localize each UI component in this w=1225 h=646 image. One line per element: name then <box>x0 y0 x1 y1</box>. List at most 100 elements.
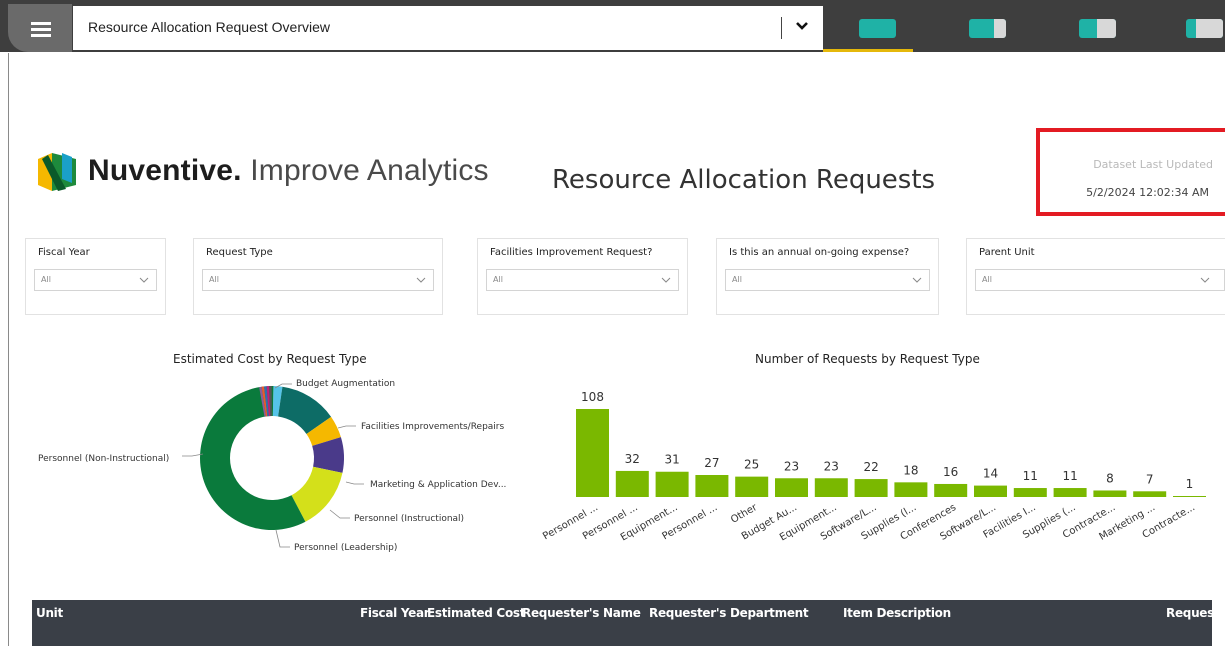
bar[interactable] <box>974 485 1007 497</box>
chevron-down-icon <box>661 277 671 283</box>
column-header-requester-department[interactable]: Requester's Department <box>649 606 809 620</box>
donut-chart: Budget Augmentation Facilities Improvemen… <box>38 379 506 553</box>
page-tab-2[interactable] <box>933 6 1023 52</box>
page-tab-icon <box>859 19 896 38</box>
donut-label: Marketing & Application Dev... <box>370 480 506 490</box>
dataset-updated-label: Dataset Last Updated <box>1093 158 1213 171</box>
report-selector[interactable]: Resource Allocation Request Overview <box>73 6 823 50</box>
bar-value-label: 31 <box>664 453 679 467</box>
donut-leader-line <box>345 481 364 485</box>
bar-value-label: 108 <box>581 390 604 404</box>
chevron-down-icon <box>416 277 426 283</box>
bar-value-label: 8 <box>1106 471 1114 485</box>
bar[interactable] <box>1053 488 1087 497</box>
filter-dropdown[interactable]: All <box>975 269 1225 291</box>
filter-label: Fiscal Year <box>38 247 90 258</box>
filter-fiscal-year: Fiscal Year All <box>25 238 166 315</box>
filter-value: All <box>209 275 219 284</box>
filter-dropdown[interactable]: All <box>34 269 157 291</box>
column-header-estimated-cost[interactable]: Estimated Cost <box>427 606 525 620</box>
dataset-updated-highlight: Dataset Last Updated 5/2/2024 12:02:34 A… <box>1036 128 1225 216</box>
bar[interactable] <box>735 476 769 497</box>
bar-value-label: 25 <box>744 458 759 472</box>
top-bar: Resource Allocation Request Overview <box>0 0 1225 52</box>
filter-parent-unit: Parent Unit All <box>966 238 1225 315</box>
dataset-updated-value: 5/2/2024 12:02:34 AM <box>1086 186 1209 199</box>
column-header-fiscal-year[interactable]: Fiscal Year <box>360 606 430 620</box>
column-header-unit[interactable]: Unit <box>36 606 63 620</box>
bar[interactable] <box>1093 490 1127 497</box>
donut-label: Personnel (Leadership) <box>294 543 397 553</box>
bar-chart-title: Number of Requests by Request Type <box>755 352 980 366</box>
bar[interactable] <box>814 478 848 497</box>
donut-leader-line <box>275 529 290 548</box>
chevron-down-icon <box>912 277 922 283</box>
filter-label: Request Type <box>206 247 273 258</box>
chevron-down-icon <box>1200 277 1210 283</box>
filter-annual-expense: Is this an annual on-going expense? All <box>716 238 939 315</box>
chevron-down-icon[interactable] <box>792 16 812 36</box>
page-tab-icon <box>969 19 1006 38</box>
donut-label: Facilities Improvements/Repairs <box>361 422 505 432</box>
page-tab-icon <box>1186 19 1223 38</box>
filter-value: All <box>982 275 992 284</box>
bar-value-label: 32 <box>625 452 640 466</box>
filter-dropdown[interactable]: All <box>202 269 434 291</box>
bar[interactable] <box>854 479 888 497</box>
bar[interactable] <box>695 475 729 497</box>
filter-facilities-improvement: Facilities Improvement Request? All <box>477 238 688 315</box>
filter-request-type: Request Type All <box>193 238 443 315</box>
filter-label: Is this an annual on-going expense? <box>729 247 910 258</box>
filter-dropdown[interactable]: All <box>725 269 930 291</box>
donut-leader-line <box>337 425 356 429</box>
selector-divider <box>781 17 782 39</box>
bar[interactable] <box>576 409 609 497</box>
bar-value-label: 27 <box>704 456 719 470</box>
bar-value-label: 1 <box>1186 477 1194 491</box>
filter-value: All <box>493 275 503 284</box>
column-header-requester-name[interactable]: Requester's Name <box>522 606 641 620</box>
chevron-down-icon <box>139 277 149 283</box>
donut-leader-line <box>182 453 204 457</box>
page-tab-icon <box>1079 19 1116 38</box>
report-selector-value: Resource Allocation Request Overview <box>88 19 331 35</box>
filter-label: Facilities Improvement Request? <box>490 247 653 258</box>
table-header: Unit Fiscal Year Estimated Cost Requeste… <box>32 600 1220 646</box>
bar-value-label: 11 <box>1023 469 1038 483</box>
bar[interactable] <box>775 478 808 497</box>
donut-chart-title: Estimated Cost by Request Type <box>173 352 367 366</box>
donut-label: Personnel (Non-Instructional) <box>38 454 169 464</box>
bar[interactable] <box>894 482 928 497</box>
donut-leader-line <box>329 509 350 519</box>
bar-chart: 108Personnel ...32Personnel ...31Equipme… <box>541 390 1206 544</box>
bar[interactable] <box>934 483 968 497</box>
filter-dropdown[interactable]: All <box>486 269 679 291</box>
brand-name: Nuventive. Improve Analytics <box>88 154 489 187</box>
report-title: Resource Allocation Requests <box>552 165 936 195</box>
filter-label: Parent Unit <box>979 247 1035 258</box>
bar[interactable] <box>1173 496 1206 497</box>
bar[interactable] <box>655 471 689 497</box>
bar-value-label: 7 <box>1146 472 1154 486</box>
menu-button[interactable] <box>8 4 72 52</box>
page-tab-3[interactable] <box>1043 6 1133 52</box>
bar-value-label: 22 <box>863 460 878 474</box>
column-header-request[interactable]: Request <box>1166 606 1220 620</box>
bar-value-label: 14 <box>983 467 998 481</box>
filter-value: All <box>732 275 742 284</box>
bar-value-label: 23 <box>824 459 839 473</box>
bar-value-label: 11 <box>1062 469 1077 483</box>
bar-value-label: 23 <box>784 459 799 473</box>
bar[interactable] <box>1133 491 1167 497</box>
bar[interactable] <box>615 470 649 497</box>
bar[interactable] <box>1013 488 1047 497</box>
nuventive-logo-icon <box>38 153 76 191</box>
page-tab-1[interactable] <box>823 6 913 52</box>
bar-value-label: 18 <box>903 463 918 477</box>
filter-value: All <box>41 275 51 284</box>
page-tab-4[interactable] <box>1153 6 1225 52</box>
bar-value-label: 16 <box>943 465 958 479</box>
donut-label: Personnel (Instructional) <box>354 514 464 524</box>
column-header-item-description[interactable]: Item Description <box>843 606 951 620</box>
donut-label: Budget Augmentation <box>296 379 395 389</box>
